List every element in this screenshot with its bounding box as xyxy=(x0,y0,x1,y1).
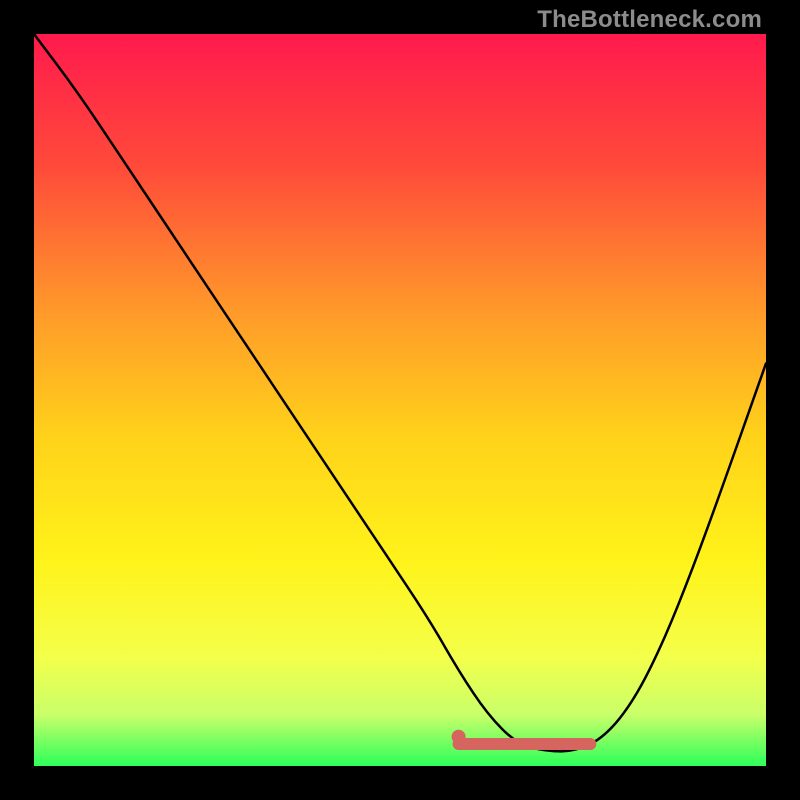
watermark: TheBottleneck.com xyxy=(537,6,762,34)
chart-frame: TheBottleneck.com xyxy=(0,0,800,800)
bottleneck-curve xyxy=(34,34,766,766)
watermark-text: TheBottleneck.com xyxy=(537,6,762,33)
plot-area xyxy=(34,34,766,766)
